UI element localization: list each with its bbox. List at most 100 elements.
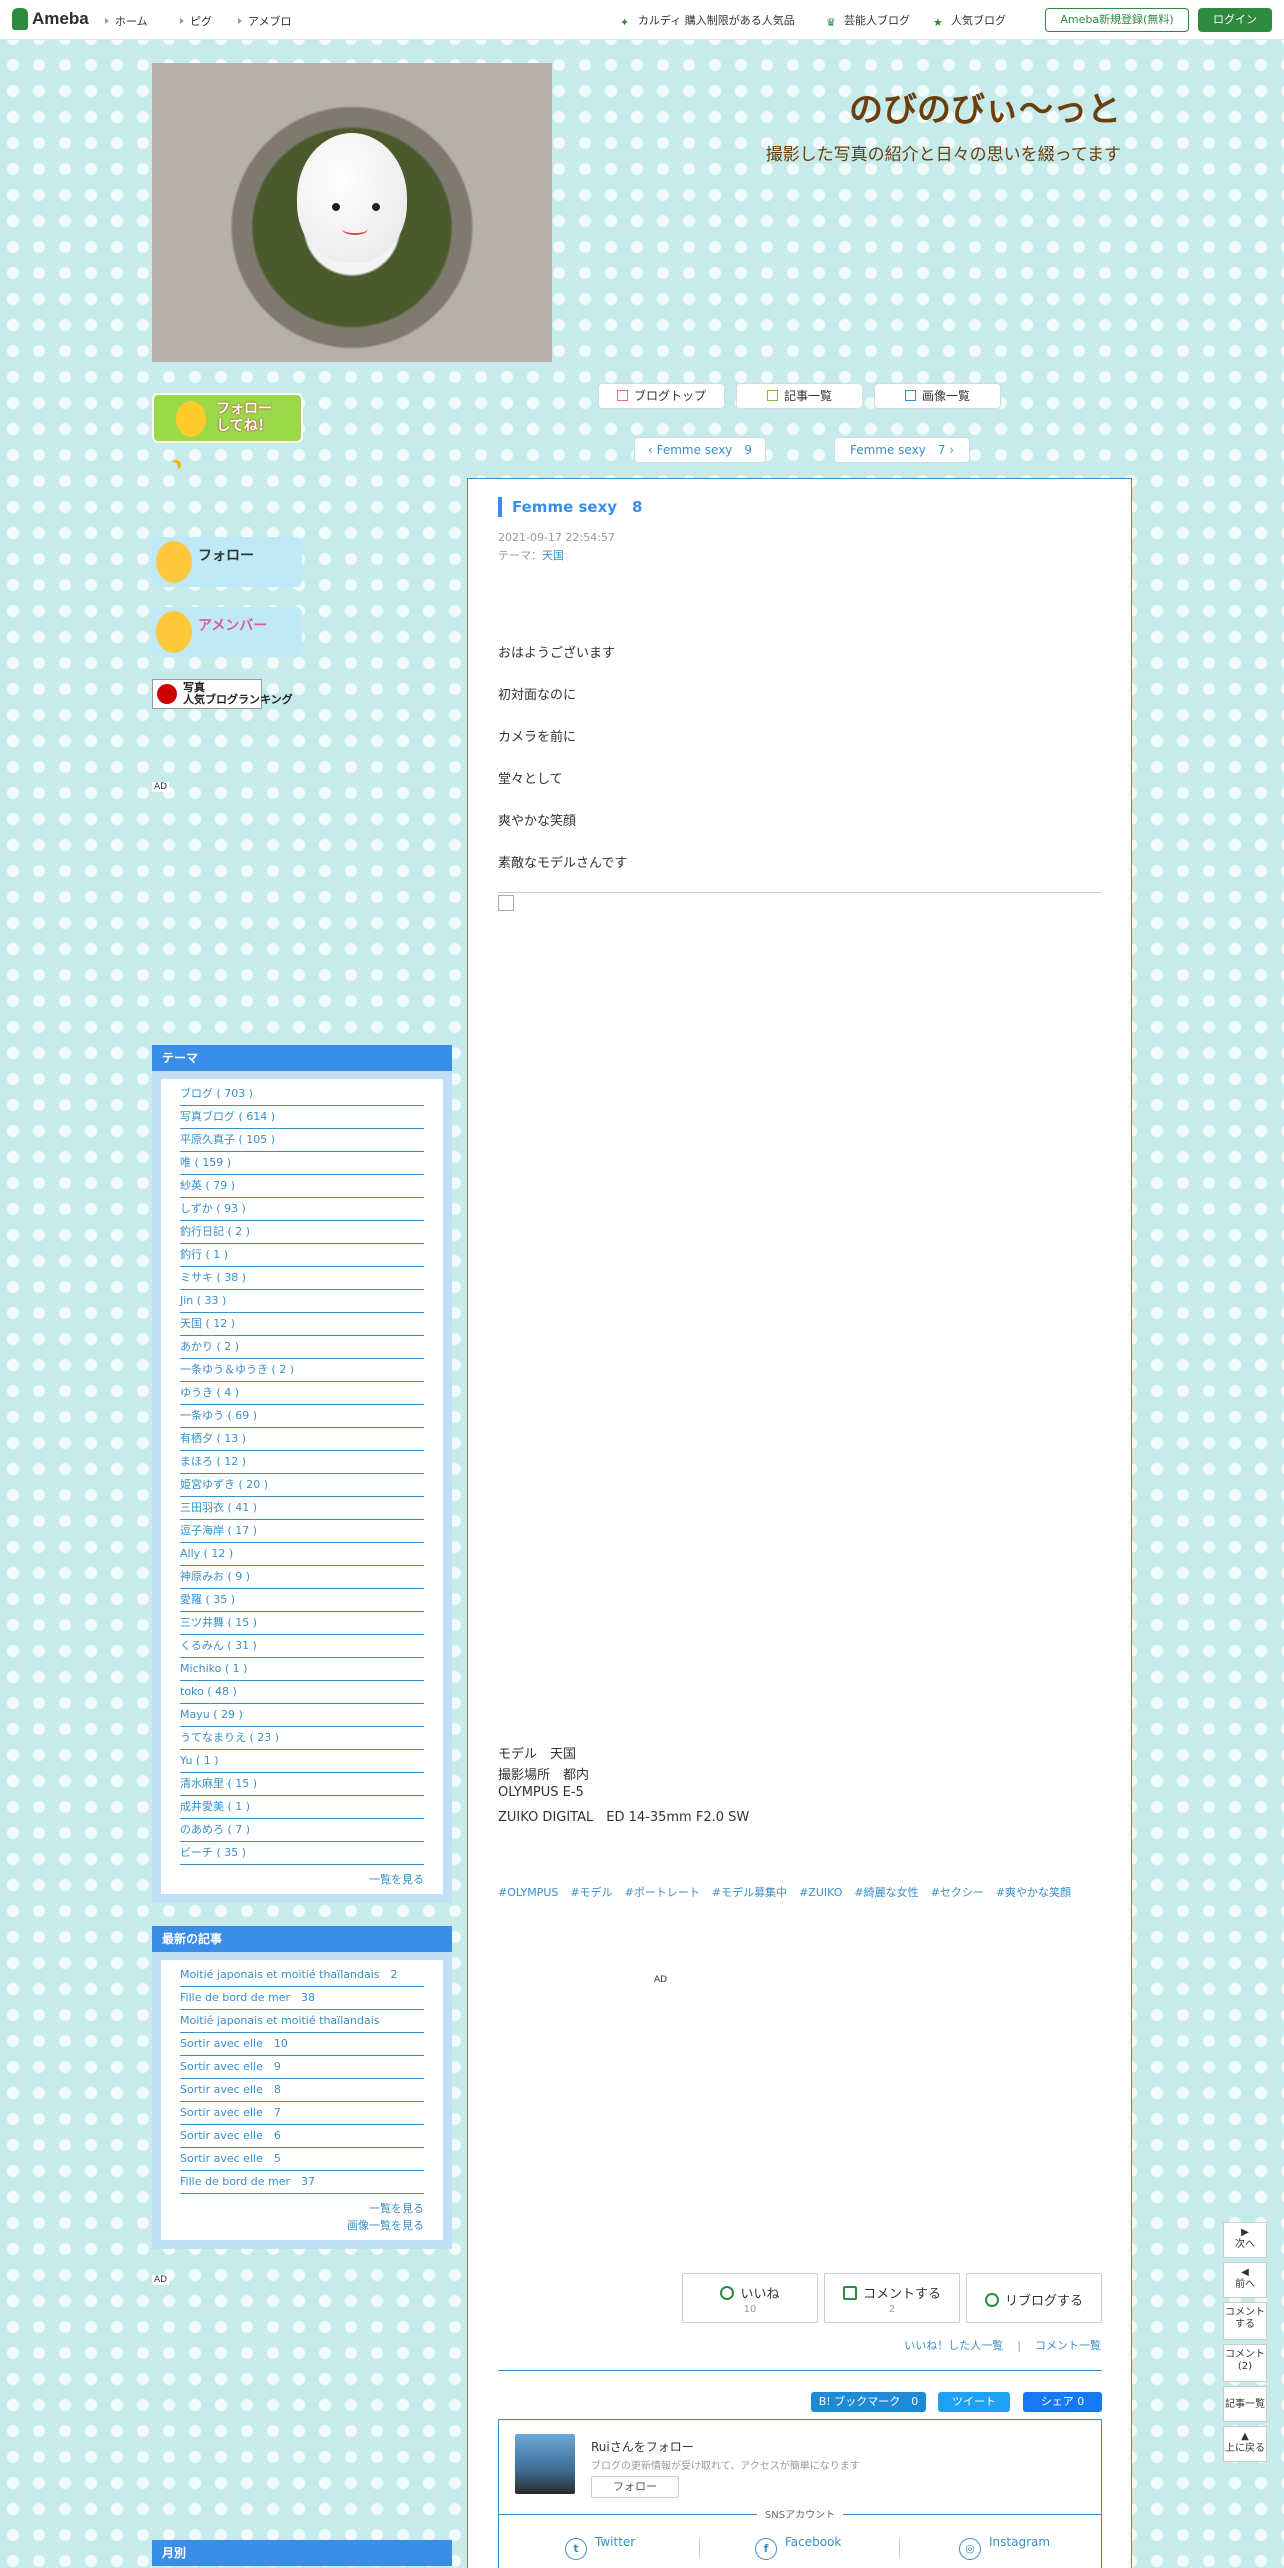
recent-item[interactable]: Fille de bord de mer 37: [180, 2171, 424, 2194]
theme-item[interactable]: 一条ゆう ( 69 ): [180, 1405, 424, 1428]
image-list-button[interactable]: 画像一覧: [874, 383, 1001, 409]
hashtag-link[interactable]: #セクシー: [931, 1886, 984, 1899]
recent-item[interactable]: Fille de bord de mer 38: [180, 1987, 424, 2010]
follow-now-banner[interactable]: フォロー: [152, 537, 302, 587]
popular-blog-link[interactable]: ★ 人気ブログ: [933, 12, 1006, 30]
recent-item[interactable]: Sortir avec elle 6: [180, 2125, 424, 2148]
nav-home[interactable]: ホーム: [105, 13, 148, 29]
hashtag-link[interactable]: #ポートレート: [625, 1886, 700, 1899]
theme-item[interactable]: toko ( 48 ): [180, 1681, 424, 1704]
blog-header-image: [152, 63, 552, 362]
theme-item[interactable]: あかり ( 2 ): [180, 1336, 424, 1359]
facebook-link[interactable]: f Facebook: [755, 2535, 841, 2560]
prev-entry-link[interactable]: ‹ Femme sexy 9: [634, 437, 766, 463]
article-list-button[interactable]: 記事一覧: [736, 383, 863, 409]
nav-pigg[interactable]: ピグ: [180, 13, 212, 29]
theme-more-link[interactable]: 一覧を見る: [180, 1871, 424, 1888]
instagram-link[interactable]: ◎ Instagram: [959, 2535, 1050, 2560]
follow-badge-button[interactable]: フォロー してね！: [152, 393, 303, 443]
register-button[interactable]: Ameba新規登録(無料): [1045, 8, 1189, 32]
recent-item[interactable]: Sortir avec elle 10: [180, 2033, 424, 2056]
follow-button[interactable]: フォロー: [591, 2476, 679, 2498]
liked-users-link[interactable]: いいね！した人一覧: [904, 2339, 1003, 2352]
reblog-button[interactable]: リブログする: [966, 2273, 1102, 2323]
theme-item[interactable]: のあめろ ( 7 ): [180, 1819, 424, 1842]
nav-ameblo[interactable]: アメブロ: [238, 13, 291, 29]
blog-top-button[interactable]: ブログトップ: [598, 383, 725, 409]
comments-float[interactable]: コメント (2): [1223, 2344, 1267, 2382]
entry-title[interactable]: Femme sexy 8: [498, 497, 642, 517]
back-to-top-float[interactable]: ▲ 上に戻る: [1223, 2426, 1267, 2462]
theme-item[interactable]: ブログ ( 703 ): [180, 1083, 424, 1106]
hashtag-link[interactable]: #モデル: [570, 1886, 612, 1899]
entry-theme: テーマ：天国: [498, 549, 564, 562]
recent-item[interactable]: Moitié japonais et moitié thaïlandais: [180, 2010, 424, 2033]
hashtag-link[interactable]: #ZUIKO: [799, 1886, 842, 1899]
theme-item[interactable]: Ally ( 12 ): [180, 1543, 424, 1566]
theme-item[interactable]: ミサキ ( 38 ): [180, 1267, 424, 1290]
theme-item[interactable]: Jin ( 33 ): [180, 1290, 424, 1313]
theme-item[interactable]: Michiko ( 1 ): [180, 1658, 424, 1681]
theme-item[interactable]: 有栖夕 ( 13 ): [180, 1428, 424, 1451]
hashtag-link[interactable]: #モデル募集中: [712, 1886, 787, 1899]
theme-item[interactable]: 天国 ( 12 ): [180, 1313, 424, 1336]
twitter-link[interactable]: t Twitter: [565, 2535, 635, 2560]
blog-description: 撮影した写真の紹介と日々の思いを綴ってます: [765, 145, 1121, 165]
facebook-share-button[interactable]: シェア 0: [1023, 2392, 1102, 2412]
theme-item[interactable]: 三田羽衣 ( 41 ): [180, 1497, 424, 1520]
theme-item[interactable]: まほろ ( 12 ): [180, 1451, 424, 1474]
avatar[interactable]: [515, 2434, 575, 2494]
recent-item[interactable]: Sortir avec elle 9: [180, 2056, 424, 2079]
theme-item[interactable]: ゆうき ( 4 ): [180, 1382, 424, 1405]
theme-link[interactable]: 天国: [542, 549, 564, 562]
amember-banner[interactable]: アメンバー: [152, 607, 302, 657]
tweet-button[interactable]: ツイート: [938, 2392, 1010, 2412]
article-list-float[interactable]: 記事一覧: [1223, 2386, 1267, 2422]
theme-item[interactable]: 逗子海岸 ( 17 ): [180, 1520, 424, 1543]
next-entry-link[interactable]: Femme sexy 7 ›: [834, 437, 970, 463]
theme-item[interactable]: 平原久真子 ( 105 ): [180, 1129, 424, 1152]
prev-entry-float[interactable]: ◀ 前へ: [1223, 2262, 1267, 2298]
recent-item[interactable]: Sortir avec elle 7: [180, 2102, 424, 2125]
theme-item[interactable]: 釣行日記 ( 2 ): [180, 1221, 424, 1244]
theme-item[interactable]: 写真ブログ ( 614 ): [180, 1106, 424, 1129]
hatena-bookmark-button[interactable]: B! ブックマーク 0: [811, 2392, 926, 2412]
theme-item[interactable]: くるみん ( 31 ): [180, 1635, 424, 1658]
recent-images-link[interactable]: 画像一覧を見る: [180, 2217, 424, 2234]
entry-article: Femme sexy 8 2021-09-17 22:54:57 テーマ：天国 …: [467, 478, 1132, 2568]
hashtag-link[interactable]: #綺麗な女性: [854, 1886, 918, 1899]
theme-item[interactable]: 神原みお ( 9 ): [180, 1566, 424, 1589]
theme-item[interactable]: 三ツ井舞 ( 15 ): [180, 1612, 424, 1635]
theme-item[interactable]: Yu ( 1 ): [180, 1750, 424, 1773]
recent-item[interactable]: Sortir avec elle 8: [180, 2079, 424, 2102]
theme-item[interactable]: 姫宮ゆずき ( 20 ): [180, 1474, 424, 1497]
promo-link[interactable]: ✦ カルディ 購入制限がある人気品: [620, 12, 795, 30]
theme-item[interactable]: 清水麻里 ( 15 ): [180, 1773, 424, 1796]
recent-item[interactable]: Moitié japonais et moitié thaïlandais 2: [180, 1964, 424, 1987]
theme-item[interactable]: 愛羅 ( 35 ): [180, 1589, 424, 1612]
theme-item[interactable]: 紗英 ( 79 ): [180, 1175, 424, 1198]
comment-float[interactable]: コメント する: [1223, 2302, 1267, 2340]
recent-more-link[interactable]: 一覧を見る: [180, 2200, 424, 2217]
theme-item[interactable]: うてなまりえ ( 23 ): [180, 1727, 424, 1750]
hashtag-link[interactable]: #爽やかな笑顔: [996, 1886, 1071, 1899]
recent-item[interactable]: Sortir avec elle 5: [180, 2148, 424, 2171]
hashtag-link[interactable]: #OLYMPUS: [498, 1886, 558, 1899]
body-line: 素敵なモデルさんです: [498, 856, 628, 871]
theme-item[interactable]: 成井愛美 ( 1 ): [180, 1796, 424, 1819]
theme-item[interactable]: Mayu ( 29 ): [180, 1704, 424, 1727]
ameba-logo[interactable]: Ameba: [12, 8, 89, 30]
theme-item[interactable]: しずか ( 93 ): [180, 1198, 424, 1221]
comment-button[interactable]: コメントする 2: [824, 2273, 960, 2323]
blog-title[interactable]: のびのびぃ～っと: [560, 82, 1121, 131]
photo-ranking-banner[interactable]: 写真 人気ブログランキング: [152, 679, 293, 709]
theme-item[interactable]: 一条ゆう＆ゆうき ( 2 ): [180, 1359, 424, 1382]
theme-item[interactable]: 釣行 ( 1 ): [180, 1244, 424, 1267]
comment-list-link[interactable]: コメント一覧: [1035, 2339, 1101, 2352]
theme-item[interactable]: 唯 ( 159 ): [180, 1152, 424, 1175]
login-button[interactable]: ログイン: [1198, 8, 1272, 32]
like-button[interactable]: いいね 10: [682, 2273, 818, 2323]
celebrity-blog-link[interactable]: ♛ 芸能人ブログ: [826, 12, 910, 30]
theme-item[interactable]: ビーチ ( 35 ): [180, 1842, 424, 1865]
next-entry-float[interactable]: ▶ 次へ: [1223, 2222, 1267, 2258]
